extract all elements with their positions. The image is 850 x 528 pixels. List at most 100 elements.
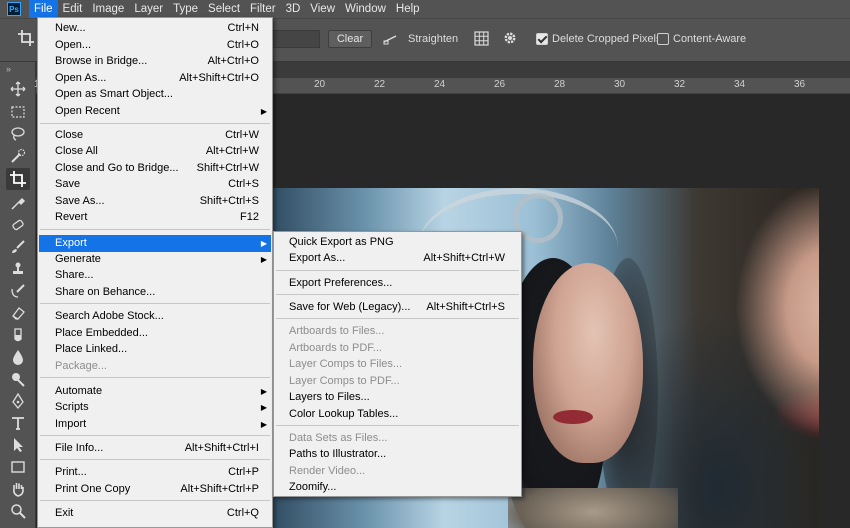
type-tool-icon[interactable] <box>10 415 26 431</box>
menu-item-paths-to-illustrator[interactable]: Paths to Illustrator... <box>275 446 520 463</box>
menu-item-automate[interactable]: Automate ▶ <box>39 383 271 400</box>
menu-item-exit[interactable]: Exit Ctrl+Q <box>39 505 271 522</box>
menu-item-browse-in-bridge[interactable]: Browse in Bridge... Alt+Ctrl+O <box>39 53 271 70</box>
menu-item-label: Open Recent <box>55 105 120 117</box>
menu-item-new[interactable]: New... Ctrl+N <box>39 20 271 37</box>
menu-item-print-one-copy[interactable]: Print One Copy Alt+Shift+Ctrl+P <box>39 481 271 498</box>
path-selection-tool-icon[interactable] <box>10 437 26 453</box>
grid-overlay-icon[interactable] <box>474 31 489 46</box>
menu-item-share-on-behance[interactable]: Share on Behance... <box>39 284 271 301</box>
menu-item-place-embedded[interactable]: Place Embedded... <box>39 325 271 342</box>
menu-item-export-preferences[interactable]: Export Preferences... <box>275 275 520 292</box>
history-brush-tool-icon[interactable] <box>10 283 26 299</box>
menu-image[interactable]: Image <box>87 0 129 18</box>
menu-file[interactable]: File <box>29 0 58 18</box>
menu-item-close-all[interactable]: Close All Alt+Ctrl+W <box>39 143 271 160</box>
crop-tool-button[interactable] <box>6 168 30 190</box>
gradient-tool-icon[interactable] <box>10 327 26 343</box>
menu-item-close[interactable]: Close Ctrl+W <box>39 127 271 144</box>
menu-window[interactable]: Window <box>340 0 391 18</box>
content-aware-label[interactable]: Content-Aware <box>673 33 746 45</box>
eraser-tool-icon[interactable] <box>10 305 26 321</box>
menu-separator <box>40 459 270 460</box>
menu-item-label: Data Sets as Files... <box>289 432 388 444</box>
crop-icon[interactable] <box>18 30 34 46</box>
marquee-tool-icon[interactable] <box>10 104 26 120</box>
eyedropper-tool-icon[interactable] <box>10 195 26 211</box>
menu-layer[interactable]: Layer <box>129 0 168 18</box>
menu-item-label: Generate <box>55 253 101 265</box>
quick-selection-tool-icon[interactable] <box>10 148 26 164</box>
menu-filter[interactable]: Filter <box>245 0 281 18</box>
dodge-tool-icon[interactable] <box>10 371 26 387</box>
menu-item-open-as[interactable]: Open As... Alt+Shift+Ctrl+O <box>39 70 271 87</box>
menu-item-close-and-go-to-bridge[interactable]: Close and Go to Bridge... Shift+Ctrl+W <box>39 160 271 177</box>
menu-item-label: Exit <box>55 507 74 519</box>
move-tool-icon[interactable] <box>10 81 26 97</box>
menu-item-file-info[interactable]: File Info... Alt+Shift+Ctrl+I <box>39 440 271 457</box>
menu-select[interactable]: Select <box>203 0 245 18</box>
menu-item-open-recent[interactable]: Open Recent ▶ <box>39 103 271 120</box>
ruler-tick-label: 28 <box>554 79 566 90</box>
straighten-label[interactable]: Straighten <box>408 33 458 45</box>
menu-item-revert[interactable]: Revert F12 <box>39 209 271 226</box>
menu-item-label: Print... <box>55 466 87 478</box>
menu-item-data-sets-as-files: Data Sets as Files... <box>275 430 520 447</box>
menu-item-scripts[interactable]: Scripts ▶ <box>39 399 271 416</box>
menu-item-label: Close <box>55 129 84 141</box>
submenu-arrow-icon: ▶ <box>260 239 267 248</box>
menu-item-search-adobe-stock[interactable]: Search Adobe Stock... <box>39 308 271 325</box>
rectangle-tool-icon[interactable] <box>10 459 26 475</box>
menu-item-save[interactable]: Save Ctrl+S <box>39 176 271 193</box>
menu-item-print[interactable]: Print... Ctrl+P <box>39 464 271 481</box>
gear-icon[interactable] <box>502 30 518 46</box>
menu-type[interactable]: Type <box>168 0 203 18</box>
brush-tool-icon[interactable] <box>10 239 26 255</box>
menu-item-label: Browse in Bridge... <box>55 55 148 67</box>
menu-item-export[interactable]: Export ▶ <box>39 235 271 252</box>
menu-separator <box>40 435 270 436</box>
menu-help[interactable]: Help <box>391 0 425 18</box>
pen-tool-icon[interactable] <box>10 393 26 409</box>
panel-grip-icon[interactable]: » <box>6 64 12 74</box>
menu-item-shortcut: Ctrl+O <box>226 39 259 51</box>
menu-item-share[interactable]: Share... <box>39 267 271 284</box>
clear-button[interactable]: Clear <box>328 30 372 48</box>
menu-edit[interactable]: Edit <box>58 0 88 18</box>
menu-item-layers-to-files[interactable]: Layers to Files... <box>275 389 520 406</box>
menu-3d[interactable]: 3D <box>281 0 306 18</box>
submenu-arrow-icon: ▶ <box>260 403 267 412</box>
menu-view[interactable]: View <box>305 0 340 18</box>
content-aware-checkbox[interactable] <box>657 33 669 45</box>
menu-item-save-for-web[interactable]: Save for Web (Legacy)... Alt+Shift+Ctrl+S <box>275 299 520 316</box>
clone-stamp-tool-icon[interactable] <box>10 261 26 277</box>
hand-tool-icon[interactable] <box>10 481 26 497</box>
delete-cropped-pixels-label[interactable]: Delete Cropped Pixels <box>552 33 661 45</box>
menu-item-color-lookup-tables[interactable]: Color Lookup Tables... <box>275 406 520 423</box>
menu-item-label: File Info... <box>55 442 104 454</box>
straighten-icon[interactable] <box>383 32 397 46</box>
menu-item-open-as-smart-object[interactable]: Open as Smart Object... <box>39 86 271 103</box>
menu-item-generate[interactable]: Generate ▶ <box>39 251 271 268</box>
menu-item-open[interactable]: Open... Ctrl+O <box>39 37 271 54</box>
photoshop-logo: Ps <box>7 2 21 16</box>
menu-item-zoomify[interactable]: Zoomify... <box>275 479 520 496</box>
menu-item-artboards-to-pdf: Artboards to PDF... <box>275 340 520 357</box>
delete-cropped-pixels-checkbox[interactable] <box>536 33 548 45</box>
menu-item-export-as[interactable]: Export As... Alt+Shift+Ctrl+W <box>275 250 520 267</box>
zoom-tool-icon[interactable] <box>10 503 26 519</box>
ratio-field[interactable] <box>270 30 320 48</box>
menu-item-import[interactable]: Import ▶ <box>39 416 271 433</box>
menu-item-quick-export-as-png[interactable]: Quick Export as PNG <box>275 234 520 251</box>
ruler-tick-label: 36 <box>794 79 806 90</box>
menu-item-place-linked[interactable]: Place Linked... <box>39 341 271 358</box>
menu-separator <box>40 500 270 501</box>
menu-item-label: Save <box>55 178 81 190</box>
menu-item-label: Share on Behance... <box>55 286 156 298</box>
spot-healing-tool-icon[interactable] <box>10 217 26 233</box>
lasso-tool-icon[interactable] <box>10 126 26 142</box>
crop-tool-icon <box>10 171 26 187</box>
image-detail <box>508 488 678 528</box>
menu-item-save-as[interactable]: Save As... Shift+Ctrl+S <box>39 193 271 210</box>
blur-tool-icon[interactable] <box>10 349 26 365</box>
